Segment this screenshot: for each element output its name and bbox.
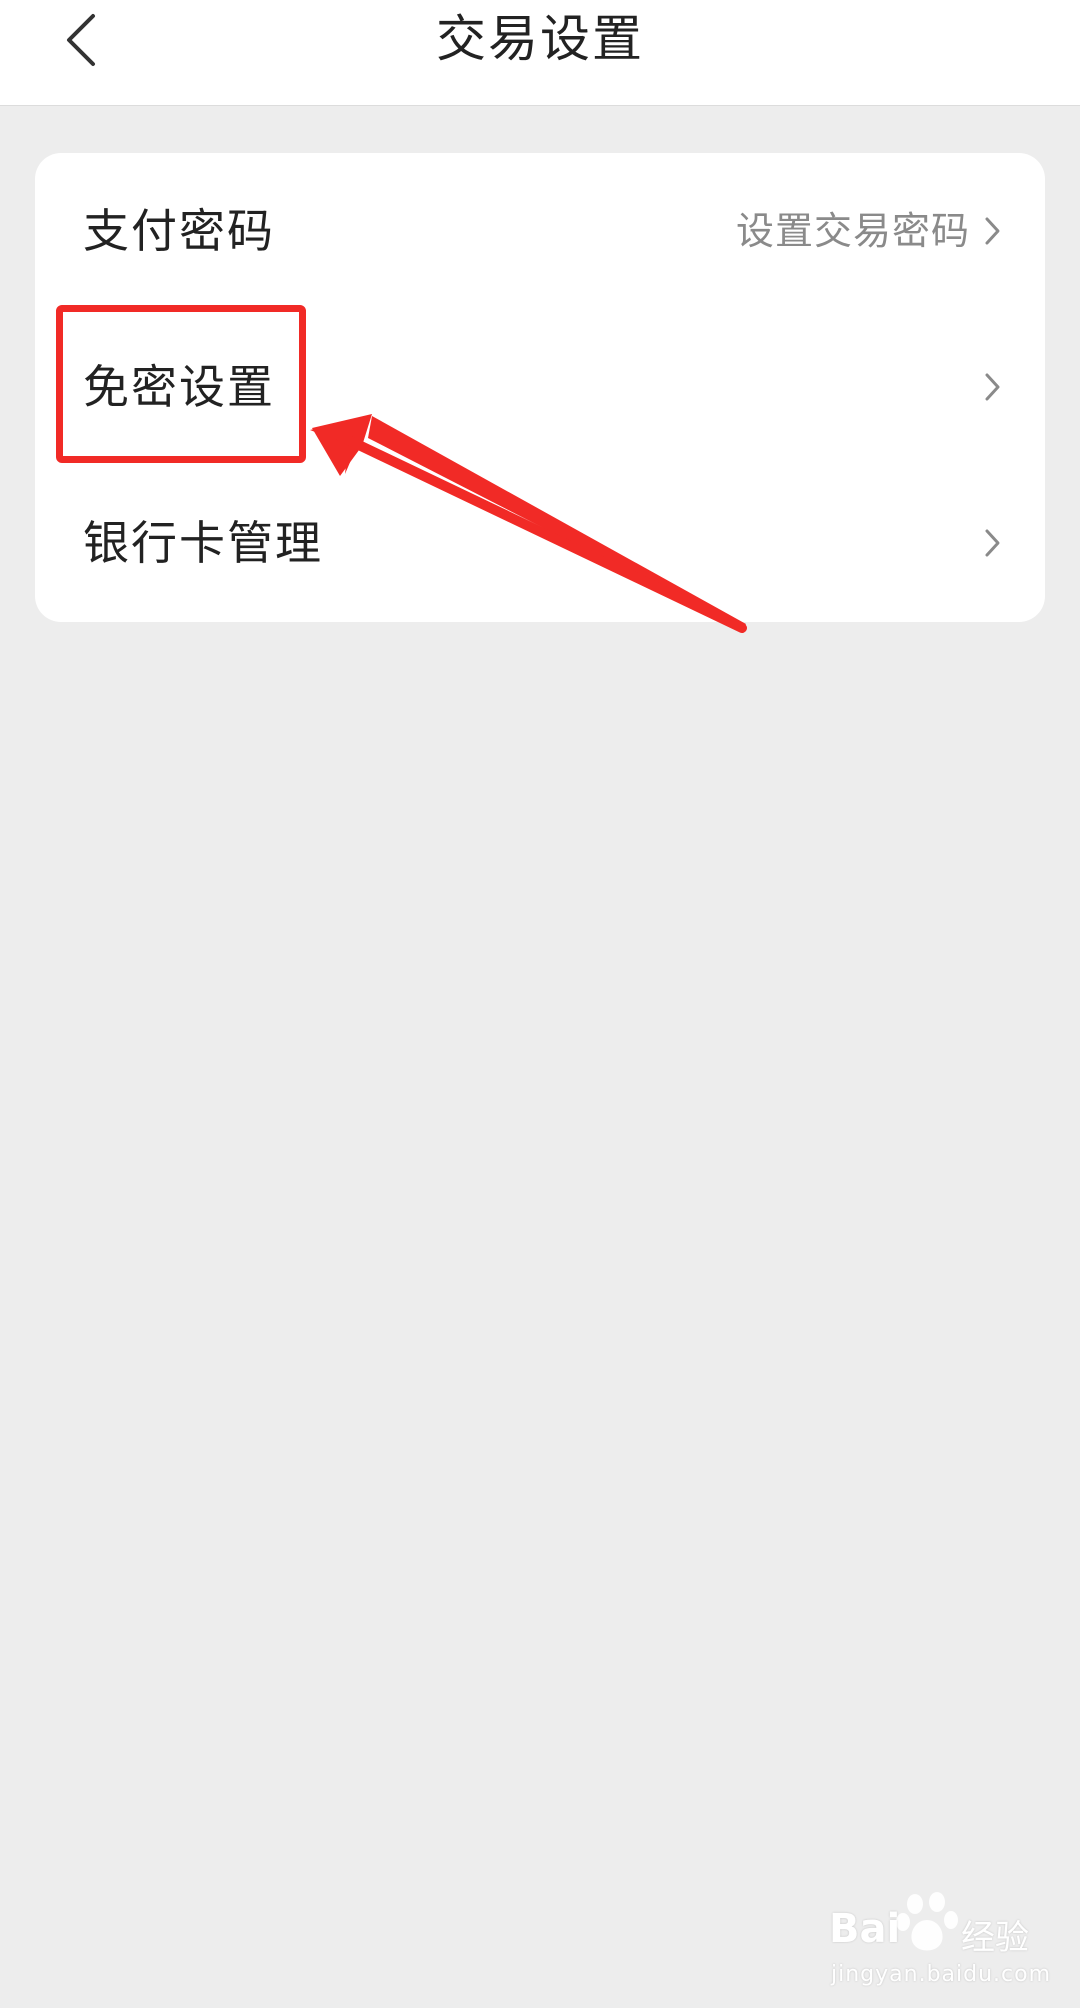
chevron-right-icon [985, 217, 1000, 245]
settings-item-value: 设置交易密码 [735, 209, 970, 253]
chevron-right-icon [985, 529, 1000, 557]
settings-item-payment-password[interactable]: 支付密码 设置交易密码 [35, 153, 1045, 309]
settings-card: 支付密码 设置交易密码 免密设置 银行卡管理 [35, 153, 1045, 622]
top-nav-bar: 交易设置 [0, 0, 1080, 106]
chevron-right-icon [985, 373, 1000, 401]
paw-logo-icon [896, 1892, 958, 1951]
settings-item-label: 支付密码 [83, 204, 275, 258]
page-title: 交易设置 [436, 10, 644, 68]
settings-item-password-free[interactable]: 免密设置 [35, 309, 1045, 465]
watermark-url: jingyan.baidu.com [831, 1962, 1052, 1987]
settings-item-label: 免密设置 [83, 360, 275, 414]
settings-item-bank-cards[interactable]: 银行卡管理 [35, 465, 1045, 621]
settings-item-label: 银行卡管理 [83, 516, 323, 570]
watermark-brand-prefix: Bai [829, 1906, 901, 1952]
baidu-jingyan-watermark: Bai 经验 jingyan.baidu.com [825, 1888, 1050, 1998]
watermark-brand-suffix: 经验 [961, 1918, 1029, 1958]
